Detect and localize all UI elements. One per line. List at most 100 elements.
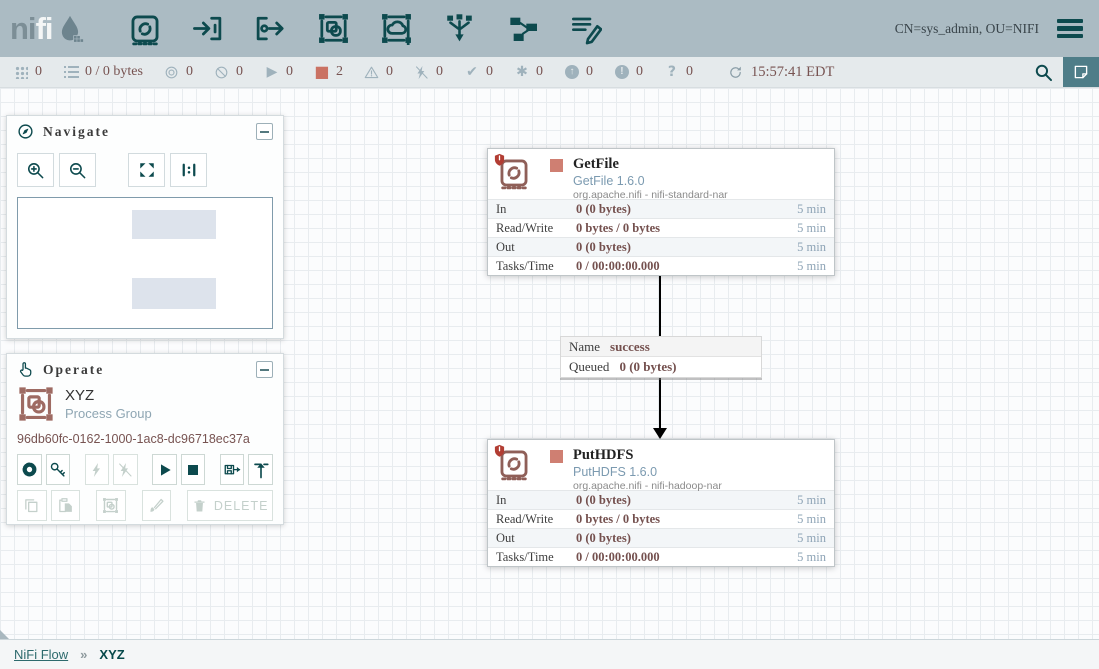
current-user: CN=sys_admin, OU=NIFI: [895, 21, 1039, 37]
processor-getfile[interactable]: GetFile GetFile 1.6.0 org.apache.nifi - …: [487, 148, 835, 276]
template-icon[interactable]: [505, 11, 541, 47]
status-locally-modified: ✱ 0: [514, 64, 543, 80]
hand-pointer-icon: [17, 361, 34, 378]
search-icon[interactable]: [1023, 57, 1063, 87]
disabled-icon: [414, 65, 430, 80]
upload-template-button[interactable]: [248, 454, 273, 485]
status-transmitting: 0: [164, 64, 193, 80]
last-refreshed-time: 15:57:41 EDT: [751, 64, 834, 81]
navigate-panel: Navigate: [6, 115, 284, 339]
process-group-icon: [17, 385, 55, 423]
zoom-out-button[interactable]: [59, 153, 96, 187]
breadcrumb-root-link[interactable]: NiFi Flow: [14, 647, 68, 662]
flow-status-bar: 0 0 / 0 bytes 0 0 ▶ 0 ■ 2 0 0 ✔ 0 ✱ 0 ↑ …: [0, 57, 1099, 88]
operate-panel: Operate XYZ Process Group 96db60fc-0162-…: [6, 353, 284, 525]
stale-icon: ↑: [564, 65, 580, 79]
flow-canvas[interactable]: GetFile GetFile 1.6.0 org.apache.nifi - …: [0, 88, 1099, 639]
status-not-transmitting: 0: [214, 64, 243, 80]
processor-stamp-icon: [496, 156, 538, 194]
stat-row-out: Out 0 (0 bytes) 5 min: [488, 528, 834, 547]
selection-type: Process Group: [65, 406, 152, 421]
processor-name: GetFile: [573, 156, 826, 173]
zoom-fit-button[interactable]: [128, 153, 165, 187]
processor-puthdfs[interactable]: PutHDFS PutHDFS 1.6.0 org.apache.nifi - …: [487, 439, 835, 567]
locally-modified-icon: ✱: [514, 65, 530, 79]
process-group-icon[interactable]: [316, 11, 352, 47]
not-transmitting-icon: [214, 65, 230, 80]
invalid-icon: [364, 65, 380, 80]
zoom-in-button[interactable]: [17, 153, 54, 187]
access-policies-button[interactable]: [46, 454, 71, 485]
remote-process-group-icon[interactable]: [379, 11, 415, 47]
status-active-threads: 0: [13, 64, 42, 80]
nifi-logo: nifi: [10, 13, 85, 44]
configuration-button[interactable]: [17, 454, 42, 485]
output-port-icon[interactable]: [253, 11, 289, 47]
last-refreshed: 15:57:41 EDT: [728, 64, 834, 81]
connection-label[interactable]: Name success Queued 0 (0 bytes): [560, 336, 762, 378]
enable-button[interactable]: [85, 454, 110, 485]
status-up-to-date: ✔ 0: [464, 64, 493, 80]
global-menu-icon[interactable]: [1055, 17, 1085, 41]
stat-row-readwrite: Read/Write 0 bytes / 0 bytes 5 min: [488, 218, 834, 237]
canvas-corner-decoration: [0, 630, 9, 639]
trash-icon: [192, 498, 207, 513]
up-to-date-icon: ✔: [464, 65, 480, 79]
restricted-shield-icon: [493, 444, 506, 457]
breadcrumb-current: XYZ: [99, 647, 124, 662]
delete-button[interactable]: DELETE: [187, 490, 273, 521]
status-sync-failure: ? 0: [664, 64, 693, 80]
bulletin-board-button[interactable]: [1063, 57, 1099, 87]
transmitting-icon: [164, 65, 180, 80]
active-threads-icon: [13, 66, 29, 79]
compass-icon: [17, 123, 34, 140]
input-port-icon[interactable]: [190, 11, 226, 47]
stat-row-in: In 0 (0 bytes) 5 min: [488, 490, 834, 509]
selection-name: XYZ: [65, 387, 152, 404]
status-invalid: 0: [364, 64, 393, 80]
stop-button[interactable]: [181, 454, 206, 485]
processor-stamp-icon: [496, 447, 538, 485]
stat-row-tasks: Tasks/Time 0 / 00:00:00.000 5 min: [488, 256, 834, 275]
sync-failure-icon: ?: [664, 65, 680, 79]
status-queued: 0 / 0 bytes: [63, 64, 143, 80]
locally-modified-stale-icon: !: [614, 65, 630, 79]
running-icon: ▶: [264, 65, 280, 79]
group-button[interactable]: [96, 490, 126, 521]
copy-button[interactable]: [17, 490, 47, 521]
connection-arrowhead-icon: [653, 428, 667, 439]
status-stale: ↑ 0: [564, 64, 593, 80]
status-locally-modified-stale: ! 0: [614, 64, 643, 80]
birdseye-minimap[interactable]: [17, 197, 273, 329]
app-header: nifi CN=sys_admin, OU=NIFI: [0, 0, 1099, 57]
connection-queued-row: Queued 0 (0 bytes): [561, 357, 761, 377]
processor-bundle: org.apache.nifi - nifi-standard-nar: [573, 189, 826, 201]
stat-row-readwrite: Read/Write 0 bytes / 0 bytes 5 min: [488, 509, 834, 528]
zoom-actual-size-button[interactable]: [170, 153, 207, 187]
create-template-button[interactable]: [220, 454, 245, 485]
refresh-icon[interactable]: [728, 65, 744, 80]
stopped-icon: ■: [314, 64, 330, 80]
status-disabled: 0: [414, 64, 443, 80]
selection-id: 96db60fc-0162-1000-1ac8-dc96718ec37a: [17, 432, 273, 446]
processor-icon[interactable]: [127, 11, 163, 47]
paste-button[interactable]: [51, 490, 81, 521]
funnel-icon[interactable]: [442, 11, 478, 47]
connection-name-row: Name success: [561, 337, 761, 357]
processor-name: PutHDFS: [573, 447, 826, 464]
collapse-operate-button[interactable]: [256, 361, 273, 378]
label-icon[interactable]: [568, 11, 604, 47]
logo-text-fi: fi: [36, 13, 53, 44]
start-button[interactable]: [152, 454, 177, 485]
disable-button[interactable]: [113, 454, 138, 485]
processor-type-version: GetFile 1.6.0: [573, 174, 826, 188]
stopped-state-square: [550, 159, 563, 172]
status-stopped: ■ 2: [314, 64, 343, 80]
minimap-processor-getfile: [132, 210, 216, 239]
change-color-button[interactable]: [142, 490, 172, 521]
processor-type-version: PutHDFS 1.6.0: [573, 465, 826, 479]
queued-icon: [63, 66, 79, 78]
collapse-navigate-button[interactable]: [256, 123, 273, 140]
breadcrumb-separator: »: [80, 647, 87, 662]
restricted-shield-icon: [493, 153, 506, 166]
